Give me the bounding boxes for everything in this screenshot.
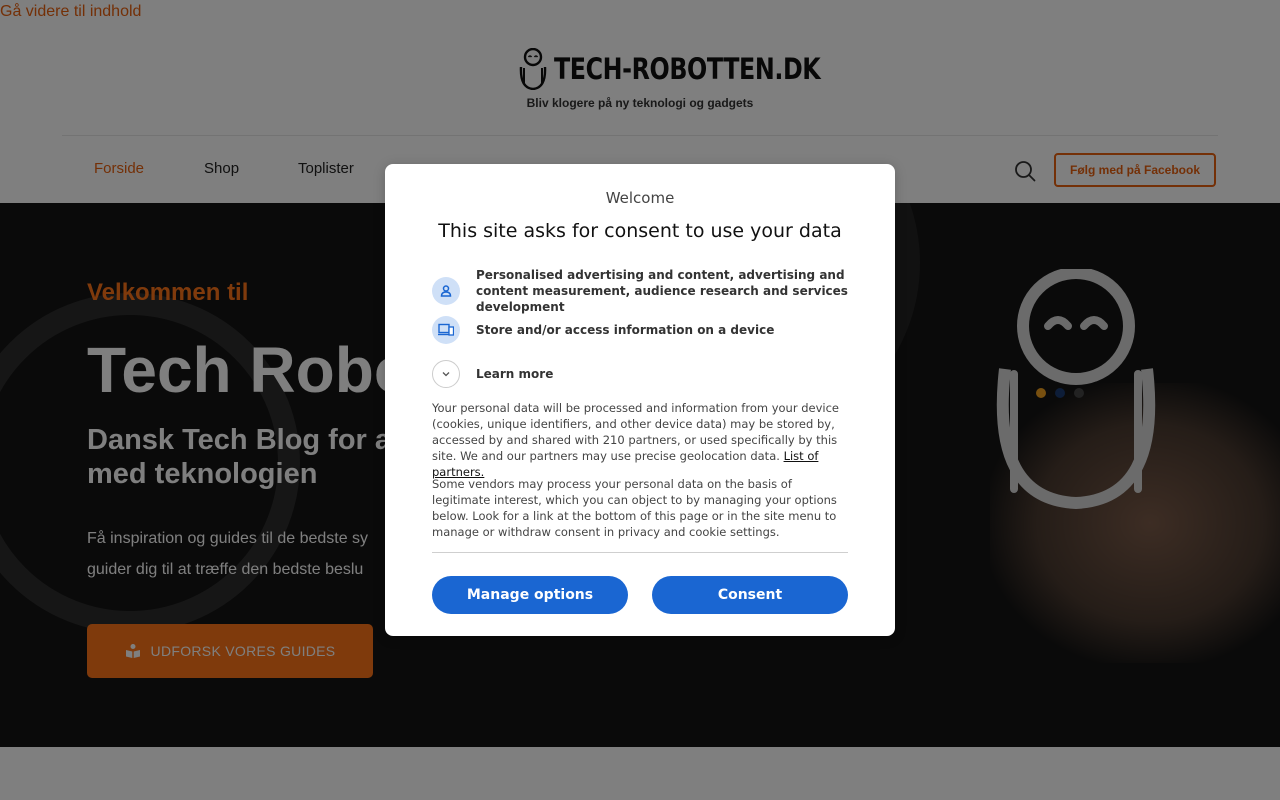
consent-purpose-advertising: Personalised advertising and content, ad… [432,267,856,315]
manage-options-button[interactable]: Manage options [432,576,628,614]
consent-description-text: Your personal data will be processed and… [432,401,840,463]
consent-purpose-label: Personalised advertising and content, ad… [476,268,848,314]
learn-more-toggle[interactable]: Learn more [432,360,553,388]
device-icon [432,316,460,344]
person-icon [432,277,460,305]
consent-dialog: Welcome This site asks for consent to us… [385,164,895,636]
consent-purpose-label: Store and/or access information on a dev… [476,323,775,337]
chevron-down-icon [432,360,460,388]
consent-description: Your personal data will be processed and… [432,400,852,480]
consent-title: This site asks for consent to use your d… [438,220,842,242]
consent-welcome: Welcome [605,189,675,207]
learn-more-label: Learn more [476,367,554,381]
legitimate-interest-text: Some vendors may process your personal d… [432,477,837,539]
consent-divider [432,552,848,553]
consent-button[interactable]: Consent [652,576,848,614]
consent-purpose-device: Store and/or access information on a dev… [432,316,774,344]
